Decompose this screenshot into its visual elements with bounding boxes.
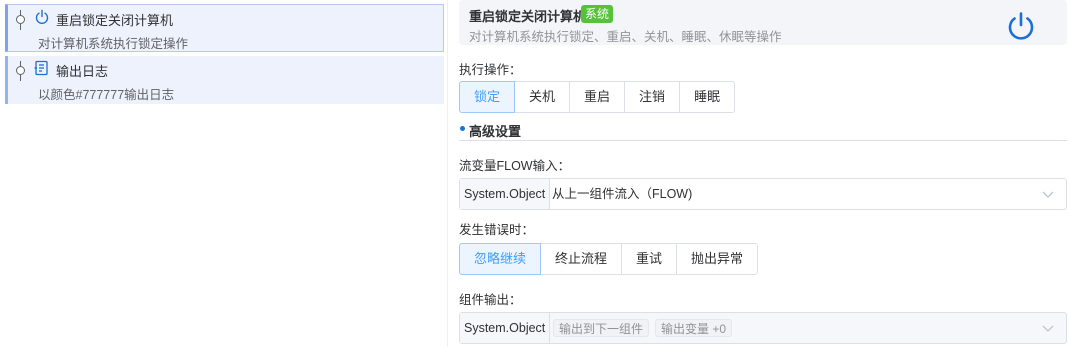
system-badge: 系统 bbox=[581, 5, 614, 23]
on-error-label: 发生错误时： bbox=[459, 223, 535, 237]
step-settings-panel: 重启锁定关闭计算机 系统 对计算机系统执行锁定、重启、关机、睡眠、休眠等操作 执… bbox=[459, 0, 1067, 347]
output-tag-variable: 输出变量 +0 bbox=[655, 319, 733, 337]
flow-input-type: System.Object bbox=[460, 179, 551, 209]
component-output-label: 组件输出： bbox=[459, 293, 522, 307]
operation-logoff-button[interactable]: 注销 bbox=[624, 81, 681, 113]
section-bullet bbox=[460, 126, 465, 131]
panel-header: 重启锁定关闭计算机 系统 对计算机系统执行锁定、重启、关机、睡眠、休眠等操作 bbox=[459, 0, 1067, 45]
execute-operation-label: 执行操作： bbox=[459, 63, 522, 77]
flow-step-list: 重启锁定关闭计算机 对计算机系统执行锁定操作 输出日志 以颜色#777777输出… bbox=[0, 0, 447, 347]
panel-divider bbox=[447, 0, 448, 347]
on-error-ignore-button[interactable]: 忽略继续 bbox=[459, 243, 542, 275]
flow-input-value: 从上一组件流入（FLOW) bbox=[552, 187, 693, 201]
flow-input-label: 流变量FLOW输入： bbox=[459, 159, 571, 173]
section-title: 高级设置 bbox=[469, 124, 522, 139]
step-title: 输出日志 bbox=[56, 64, 109, 79]
step-connector-node bbox=[16, 61, 25, 81]
step-connector-node bbox=[16, 10, 25, 30]
flow-input-select[interactable]: System.Object 从上一组件流入（FLOW) bbox=[459, 178, 1067, 210]
flow-step-output-log[interactable]: 输出日志 以颜色#777777输出日志 bbox=[5, 56, 444, 104]
operation-restart-button[interactable]: 重启 bbox=[569, 81, 626, 113]
component-output-type: System.Object bbox=[460, 313, 551, 343]
operation-shutdown-button[interactable]: 关机 bbox=[514, 81, 571, 113]
app-root: 重启锁定关闭计算机 对计算机系统执行锁定操作 输出日志 以颜色#777777输出… bbox=[0, 0, 1070, 347]
power-icon bbox=[35, 9, 49, 24]
chevron-down-icon bbox=[1042, 191, 1054, 198]
operation-sleep-button[interactable]: 睡眠 bbox=[679, 81, 736, 113]
component-output-select[interactable]: System.Object 输出到下一组件 输出变量 +0 bbox=[459, 312, 1067, 344]
step-description: 以颜色#777777输出日志 bbox=[38, 88, 175, 102]
advanced-settings-section: 高级设置 bbox=[459, 120, 1067, 141]
on-error-terminate-button[interactable]: 终止流程 bbox=[540, 243, 623, 275]
flow-step-restart-lock[interactable]: 重启锁定关闭计算机 对计算机系统执行锁定操作 bbox=[5, 4, 444, 52]
panel-description: 对计算机系统执行锁定、重启、关机、睡眠、休眠等操作 bbox=[469, 30, 782, 44]
step-description: 对计算机系统执行锁定操作 bbox=[38, 37, 189, 51]
log-output-icon bbox=[34, 60, 48, 76]
chevron-down-icon bbox=[1042, 325, 1054, 332]
execute-operation-group: 锁定 关机 重启 注销 睡眠 bbox=[459, 81, 736, 113]
operation-lock-button[interactable]: 锁定 bbox=[459, 81, 516, 113]
panel-title: 重启锁定关闭计算机 bbox=[469, 9, 587, 24]
power-icon bbox=[1008, 12, 1034, 40]
on-error-group: 忽略继续 终止流程 重试 抛出异常 bbox=[459, 243, 759, 275]
on-error-throw-button[interactable]: 抛出异常 bbox=[676, 243, 759, 275]
step-title: 重启锁定关闭计算机 bbox=[56, 13, 174, 28]
on-error-retry-button[interactable]: 重试 bbox=[621, 243, 678, 275]
output-tag-next-component: 输出到下一组件 bbox=[553, 319, 650, 337]
